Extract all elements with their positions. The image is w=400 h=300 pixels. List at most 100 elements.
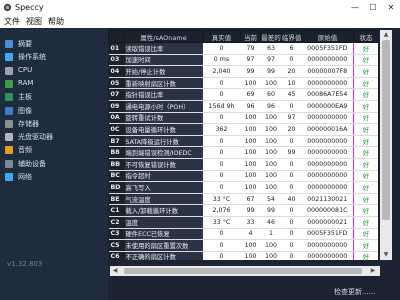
minimize-button[interactable]: —: [346, 0, 364, 15]
menu-view[interactable]: 视图: [26, 16, 42, 27]
windows-icon: [5, 53, 13, 62]
col-header-id[interactable]: [108, 30, 125, 43]
sidebar-item-3[interactable]: RAM: [5, 78, 105, 90]
scroll-left-arrow-icon[interactable]: ◀: [110, 266, 120, 276]
sidebar-item-5[interactable]: 图像: [5, 105, 105, 117]
status-value: 好: [353, 251, 378, 260]
main-panel: 属性/sAOname 真实值 当前 最差的 临界值 原始值 状态 01 读取错误比…: [108, 28, 400, 300]
sidebar-item-2[interactable]: CPU: [5, 65, 105, 77]
table-row[interactable]: BC 指令超时 0 100 100 0 0000000000 好: [108, 170, 378, 183]
table-row[interactable]: 0C 设备电量循环计数 362 100 100 20 000000016A 好: [108, 123, 378, 136]
col-header-real-value[interactable]: 真实值: [202, 30, 241, 43]
close-button[interactable]: ✕: [382, 0, 400, 15]
table-row[interactable]: BD 高飞写入 0 100 100 0 0000000000 好: [108, 181, 378, 194]
attr-name: 指令超时: [124, 170, 203, 183]
table-row[interactable]: 01 读取错误比率 0 79 63 6 0005F351FD 好: [108, 42, 378, 55]
table-row[interactable]: C6 不正确的扇区计数 0 100 100 0 0000000000 好: [108, 251, 378, 260]
real-value: 0 ms: [202, 54, 241, 67]
table-row[interactable]: C2 温度 33 °C 33 46 0 0000000021 好: [108, 216, 378, 229]
col-header-current[interactable]: 当前: [240, 30, 261, 43]
worst-value: 46: [260, 216, 282, 229]
sidebar-item-10[interactable]: 网络: [5, 171, 105, 183]
real-value: 33 °C: [202, 216, 241, 229]
real-value: 0: [202, 42, 241, 55]
attr-name: 加速时间: [124, 54, 203, 67]
sidebar-item-8[interactable]: 音频: [5, 144, 105, 156]
col-header-worst[interactable]: 最差的: [260, 30, 282, 43]
smart-table-container: 属性/sAOname 真实值 当前 最差的 临界值 原始值 状态 01 读取错误比…: [108, 30, 378, 260]
horizontal-scrollbar[interactable]: ◀ ▶: [110, 266, 380, 276]
table-row[interactable]: 0A 旋转重试计数 0 100 100 97 0000000000 好: [108, 112, 378, 125]
col-header-raw-value[interactable]: 原始值: [301, 30, 354, 43]
sidebar-item-7[interactable]: 光盘驱动器: [5, 131, 105, 143]
table-row[interactable]: BE 气流温度 33 °C 67 54 40 0021130021 好: [108, 193, 378, 206]
attr-name: 指针错误比率: [124, 88, 203, 101]
maximize-button[interactable]: ☐: [364, 0, 382, 15]
attr-id: C1: [108, 204, 125, 217]
menu-file[interactable]: 文件: [4, 16, 20, 27]
worst-value: 100: [260, 77, 282, 90]
raw-value: 000000016A: [301, 123, 354, 136]
table-row[interactable]: B8 端到端错误检测/IOEDC 0 100 100 99 0000000000 好: [108, 146, 378, 159]
raw-value: 0000000000: [301, 181, 354, 194]
speccy-logo-icon: [3, 3, 12, 12]
threshold-value: 40: [281, 193, 302, 206]
table-row[interactable]: C5 未使用的扇区重置次数 0 100 100 0 0000000000 好: [108, 239, 378, 252]
scroll-right-arrow-icon[interactable]: ▶: [368, 266, 378, 276]
attr-id: BE: [108, 193, 125, 206]
attr-name: 气流温度: [124, 193, 203, 206]
threshold-value: 0: [281, 100, 302, 113]
window-title: Speccy: [15, 3, 44, 12]
table-row[interactable]: C1 载入/卸载循环计数 2,076 99 99 0 000000081C 好: [108, 204, 378, 217]
vertical-scroll-thumb[interactable]: [382, 40, 390, 220]
attr-name: 硬件ECC已恢复: [124, 228, 203, 241]
menu-help[interactable]: 帮助: [48, 16, 64, 27]
real-value: 0: [202, 77, 241, 90]
table-row[interactable]: 09 通电电源小时（POH） 156d 9h 96 96 0 0000000EA9 好: [108, 100, 378, 113]
real-value: 0: [202, 158, 241, 171]
table-row[interactable]: C3 硬件ECC已恢复 0 4 1 0 0005F351FD 好: [108, 228, 378, 241]
table-row[interactable]: 03 加速时间 0 ms 97 97 0 0000000000 好: [108, 54, 378, 67]
sidebar-item-9[interactable]: 辅助设备: [5, 158, 105, 170]
check-updates-link[interactable]: 检查更新......: [334, 287, 375, 297]
col-header-threshold[interactable]: 临界值: [281, 30, 302, 43]
status-value: 好: [353, 228, 378, 241]
table-row[interactable]: 04 开始/停止计数 2,040 99 99 20 00000007F8 好: [108, 65, 378, 78]
table-row[interactable]: 05 重新映射扇区计数 0 100 100 10 0000000000 好: [108, 77, 378, 90]
attr-id: C6: [108, 251, 125, 260]
vertical-scrollbar[interactable]: ▲ ▼: [380, 30, 392, 260]
current-value: 67: [240, 193, 261, 206]
status-value: 好: [353, 146, 378, 159]
sidebar-item-1[interactable]: 操作系统: [5, 51, 105, 63]
real-value: 0: [202, 239, 241, 252]
worst-value: 54: [260, 193, 282, 206]
sidebar-item-6[interactable]: 存储器: [5, 118, 105, 130]
raw-value: 00000007F8: [301, 65, 354, 78]
real-value: 362: [202, 123, 241, 136]
current-value: 79: [240, 42, 261, 55]
scroll-down-arrow-icon[interactable]: ▼: [380, 250, 392, 260]
horizontal-scroll-thumb[interactable]: [124, 268, 362, 274]
attr-id: C3: [108, 228, 125, 241]
real-value: 33 °C: [202, 193, 241, 206]
real-value: 2,076: [202, 204, 241, 217]
real-value: 0: [202, 170, 241, 183]
current-value: 100: [240, 112, 261, 125]
table-row[interactable]: B7 SATA降级运行计数 0 100 100 0 0000000000 好: [108, 135, 378, 148]
sidebar-item-0[interactable]: 摘要: [5, 38, 105, 50]
current-value: 69: [240, 88, 261, 101]
col-header-attribute[interactable]: 属性/sAOname: [124, 30, 203, 43]
threshold-value: 0: [281, 158, 302, 171]
sidebar-item-4[interactable]: 主板: [5, 91, 105, 103]
current-value: 100: [240, 158, 261, 171]
threshold-value: 0: [281, 204, 302, 217]
table-row[interactable]: BB 不可恢复错误计数 0 100 100 0 0000000000 好: [108, 158, 378, 171]
scroll-up-arrow-icon[interactable]: ▲: [380, 30, 392, 40]
worst-value: 1: [260, 228, 282, 241]
attr-name: 温度: [124, 216, 203, 229]
current-value: 100: [240, 77, 261, 90]
col-header-status[interactable]: 状态: [353, 30, 378, 43]
raw-value: 0000000000: [301, 158, 354, 171]
table-row[interactable]: 07 指针错误比率 0 69 60 45 00086A7E54 好: [108, 88, 378, 101]
threshold-value: 0: [281, 228, 302, 241]
